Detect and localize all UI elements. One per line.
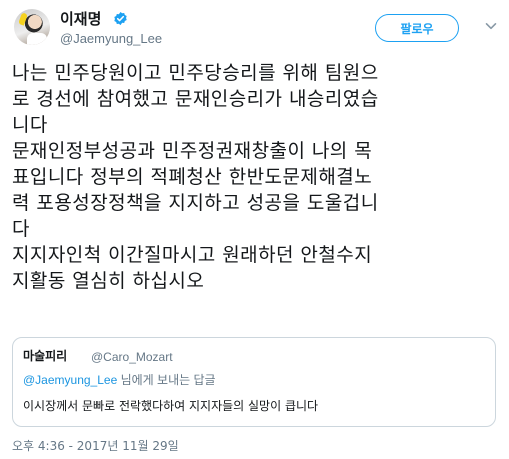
author-handle[interactable]: @Jaemyung_Lee bbox=[60, 31, 162, 47]
reply-mention-link[interactable]: @Jaemyung_Lee bbox=[23, 373, 117, 387]
reply-context-text: 님에게 보내는 답글 bbox=[117, 373, 216, 387]
avatar[interactable] bbox=[14, 9, 50, 45]
tweet-text-line: 문재인정부성공과 민주정권재창출이 나의 목 bbox=[12, 140, 373, 162]
quoted-handle: @Caro_Mozart bbox=[91, 350, 173, 364]
tweet-text-line: 로 경선에 참여했고 문재인승리가 내승리였습 bbox=[12, 88, 379, 110]
tweet-card: 이재명 @Jaemyung_Lee 팔로우 나는 민주당원이고 민주당승리를 위… bbox=[0, 0, 509, 459]
author-display-name[interactable]: 이재명 bbox=[60, 9, 101, 29]
yellow-ribbon-icon bbox=[18, 12, 28, 26]
avatar-shirt bbox=[27, 33, 47, 45]
tweet-text-line: 력 포용성장정책을 지지하고 성공을 도울겁니 bbox=[12, 192, 379, 214]
tweet-text-line: 니다 bbox=[12, 114, 48, 136]
chevron-down-icon[interactable] bbox=[484, 19, 498, 33]
tweet-timestamp[interactable]: 오후 4:36 - 2017년 11월 29일 bbox=[12, 438, 179, 454]
tweet-text: 나는 민주당원이고 민주당승리를 위해 팀원으 로 경선에 참여했고 문재인승리… bbox=[12, 60, 500, 294]
tweet-text-line: 지활동 열심히 하십시오 bbox=[12, 270, 205, 292]
tweet-text-line: 표입니다 정부의 적폐청산 한반도문제해결노 bbox=[12, 166, 373, 188]
follow-button[interactable]: 팔로우 bbox=[375, 14, 459, 42]
quoted-tweet-card[interactable]: 마술피리 @Caro_Mozart @Jaemyung_Lee 님에게 보내는 … bbox=[12, 337, 496, 427]
tweet-text-line: 다 bbox=[12, 218, 30, 240]
tweet-text-line: 지지자인척 이간질마시고 원래하던 안철수지 bbox=[12, 244, 373, 266]
reply-context: @Jaemyung_Lee 님에게 보내는 답글 bbox=[23, 372, 216, 388]
quoted-tweet-text: 이시장께서 문빠로 전락했다하여 지지자들의 실망이 큽니다 bbox=[23, 399, 319, 413]
verified-badge-icon bbox=[114, 11, 127, 26]
tweet-text-line: 나는 민주당원이고 민주당승리를 위해 팀원으 bbox=[12, 62, 379, 84]
quoted-display-name: 마술피리 bbox=[23, 349, 68, 363]
